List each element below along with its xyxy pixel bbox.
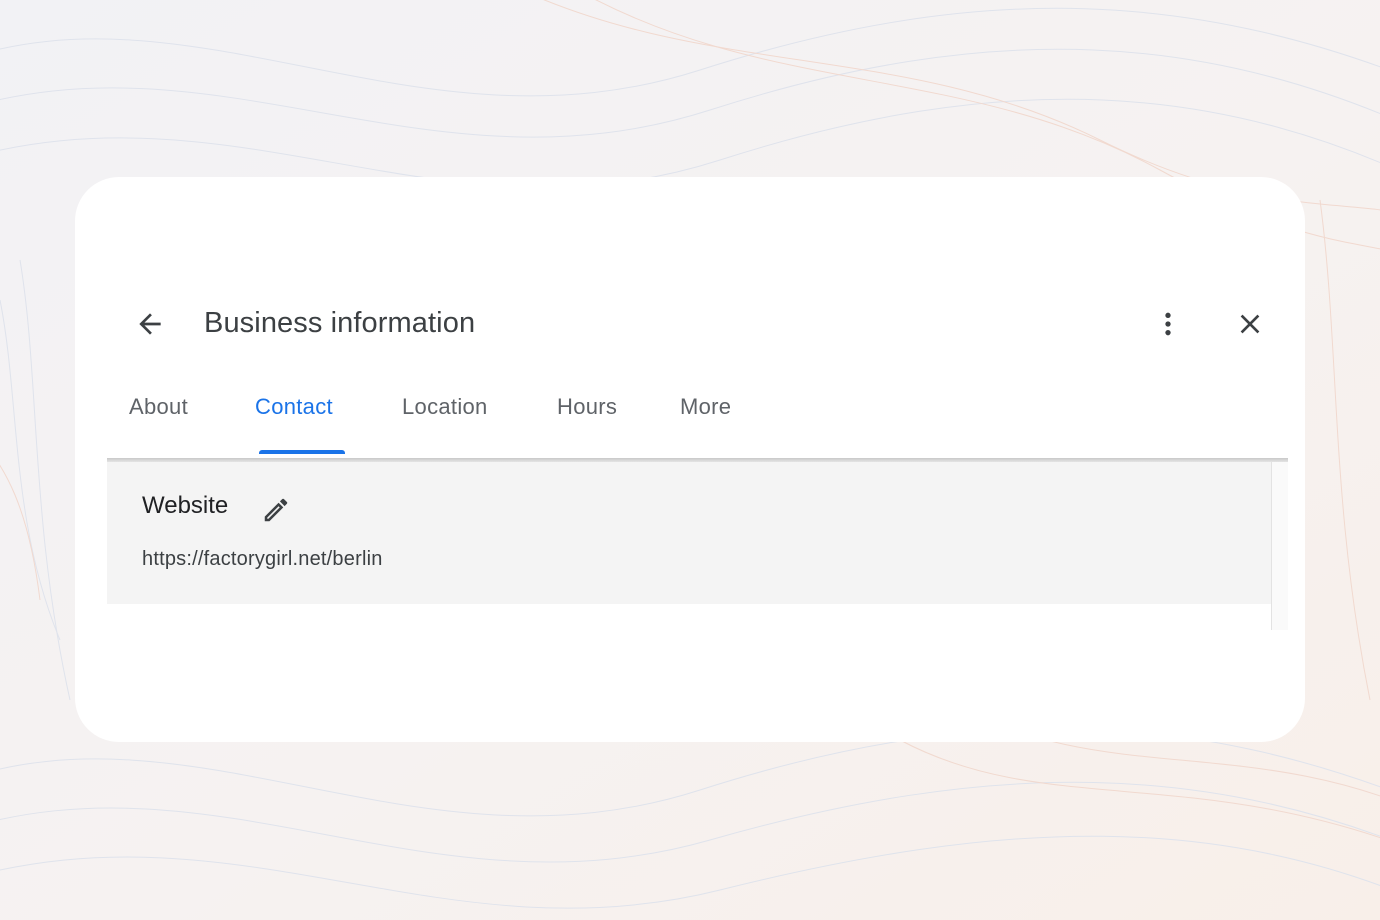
- arrow-back-icon: [139, 313, 161, 335]
- more-options-button[interactable]: [1148, 305, 1188, 343]
- tab-more[interactable]: More: [680, 394, 731, 420]
- tab-about[interactable]: About: [129, 394, 188, 420]
- website-url: https://factorygirl.net/berlin: [142, 548, 383, 570]
- close-button[interactable]: [1230, 305, 1270, 343]
- active-tab-indicator: [259, 450, 345, 454]
- tab-contact[interactable]: Contact: [255, 394, 333, 420]
- close-icon: [1240, 314, 1260, 334]
- dialog-header: Business information: [75, 295, 1305, 353]
- website-heading: Website: [142, 492, 229, 519]
- contact-panel: Website https://factorygirl.net/berlin: [107, 458, 1288, 630]
- website-section: Website https://factorygirl.net/berlin: [107, 462, 1271, 604]
- tab-location[interactable]: Location: [402, 394, 488, 420]
- tab-hours[interactable]: Hours: [557, 394, 617, 420]
- dialog-title: Business information: [204, 307, 476, 339]
- pencil-icon: [264, 498, 288, 522]
- panel-scrollbar[interactable]: [1271, 462, 1288, 630]
- more-vert-icon: [1165, 312, 1171, 336]
- back-button[interactable]: [126, 305, 174, 343]
- edit-website-button[interactable]: [259, 493, 293, 527]
- tab-bar: About Contact Location Hours More: [107, 382, 1288, 458]
- business-info-dialog: Business information About Contact Locat…: [75, 177, 1305, 742]
